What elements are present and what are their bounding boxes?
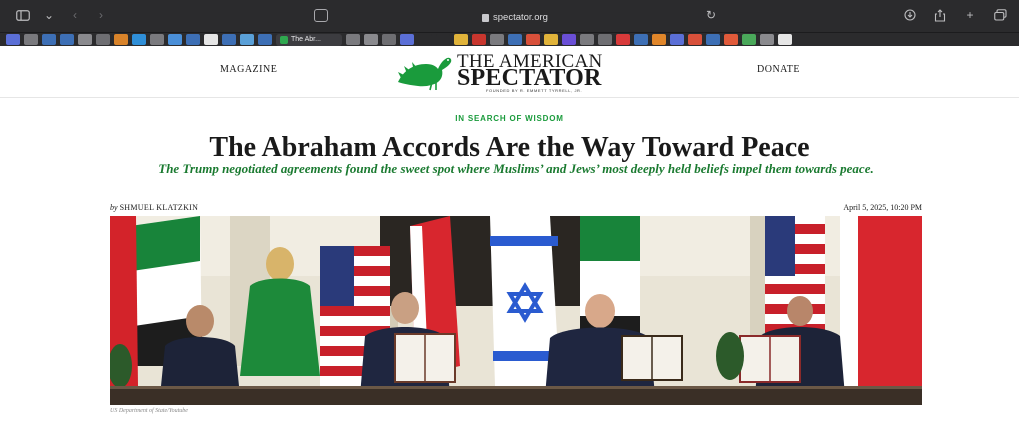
tab-active[interactable]: The Abr... xyxy=(276,33,342,46)
bookmark-icon[interactable] xyxy=(6,34,20,45)
site-logo[interactable]: THE AMERICAN SPECTATOR FOUNDED BY R. EMM… xyxy=(396,50,640,94)
bookmark-icon[interactable] xyxy=(78,34,92,45)
bookmark-icon[interactable] xyxy=(634,34,648,45)
bookmark-icon[interactable] xyxy=(400,34,414,45)
nav-magazine-link[interactable]: MAGAZINE xyxy=(220,64,277,75)
bookmark-icon[interactable] xyxy=(222,34,236,45)
url-text: spectator.org xyxy=(493,11,548,23)
bookmark-icon[interactable] xyxy=(382,34,396,45)
reload-icon[interactable]: ↻ xyxy=(706,8,716,22)
browser-actions: + xyxy=(901,6,1009,24)
article-date: April 5, 2025, 10:20 PM xyxy=(843,203,922,212)
bookmark-icon[interactable] xyxy=(706,34,720,45)
bookmark-icon[interactable] xyxy=(670,34,684,45)
site-header: MAGAZINE THE AMERICAN SPECTATOR FOUNDED … xyxy=(0,46,1019,98)
article-dek: The Trump negotiated agreements found th… xyxy=(158,161,874,176)
bookmark-icon[interactable] xyxy=(652,34,666,45)
bookmark-icon[interactable] xyxy=(24,34,38,45)
bookmark-icon[interactable] xyxy=(580,34,594,45)
bookmark-icon[interactable] xyxy=(60,34,74,45)
bookmark-icon[interactable] xyxy=(186,34,200,45)
bookmark-icon[interactable] xyxy=(616,34,630,45)
bookmark-icon[interactable] xyxy=(490,34,504,45)
byline: by SHMUEL KLATZKIN April 5, 2025, 10:20 … xyxy=(110,203,922,215)
spectator-favicon-icon xyxy=(280,35,288,44)
bookmark-icon[interactable] xyxy=(240,34,254,45)
chevron-down-icon[interactable]: ⌄ xyxy=(40,6,58,24)
bookmark-icon[interactable] xyxy=(508,34,522,45)
bookmark-icon[interactable] xyxy=(778,34,792,45)
logo-tagline: FOUNDED BY R. EMMETT TYRRELL, JR. xyxy=(486,88,583,93)
bookmark-icon[interactable] xyxy=(364,34,378,45)
bookmark-icon[interactable] xyxy=(114,34,128,45)
author-link[interactable]: SHMUEL KLATZKIN xyxy=(120,203,199,212)
bookmark-icon[interactable] xyxy=(132,34,146,45)
nav-donate-link[interactable]: DONATE xyxy=(757,64,800,75)
bookmark-icon[interactable] xyxy=(724,34,738,45)
bookmark-icon[interactable] xyxy=(472,34,486,45)
download-icon[interactable] xyxy=(901,6,919,24)
bookmark-icon[interactable] xyxy=(742,34,756,45)
forward-icon[interactable]: › xyxy=(92,6,110,24)
star-icon[interactable] xyxy=(454,34,468,45)
article-headline: The Abraham Accords Are the Way Toward P… xyxy=(209,132,810,163)
bookmark-icon[interactable] xyxy=(526,34,540,45)
bookmark-icon[interactable] xyxy=(760,34,774,45)
tab-title: The Abr... xyxy=(291,36,321,43)
image-caption: US Department of State/Youtube xyxy=(110,408,188,414)
lock-icon xyxy=(482,14,489,22)
bookmark-icon[interactable] xyxy=(96,34,110,45)
bookmark-icon[interactable] xyxy=(258,34,272,45)
bookmark-icon[interactable] xyxy=(544,34,558,45)
browser-toolbar: ⌄ ‹ › spectator.org ↻ + xyxy=(0,0,1019,32)
bookmark-icon[interactable] xyxy=(168,34,182,45)
sidebar-toggle-icon[interactable] xyxy=(14,6,32,24)
address-bar[interactable]: spectator.org xyxy=(482,10,548,24)
tab-overview-icon[interactable] xyxy=(314,9,328,22)
browser-nav-controls: ⌄ ‹ › xyxy=(14,6,110,24)
signing-ceremony-photo xyxy=(110,216,922,405)
favorites-bar: The Abr... xyxy=(0,32,1019,46)
share-icon[interactable] xyxy=(931,6,949,24)
bookmark-icon[interactable] xyxy=(598,34,612,45)
byline-prefix: by xyxy=(110,203,118,212)
bookmark-spacer xyxy=(436,34,450,45)
bookmark-icon[interactable] xyxy=(562,34,576,45)
bookmark-icon[interactable] xyxy=(150,34,164,45)
tab-overview-grid-icon[interactable] xyxy=(991,6,1009,24)
new-tab-icon[interactable]: + xyxy=(961,6,979,24)
bookmark-icon[interactable] xyxy=(688,34,702,45)
bookmark-icon[interactable] xyxy=(204,34,218,45)
article-kicker[interactable]: IN SEARCH OF WISDOM xyxy=(0,114,1019,123)
back-icon[interactable]: ‹ xyxy=(66,6,84,24)
bookmark-icon[interactable] xyxy=(346,34,360,45)
bookmark-icon[interactable] xyxy=(42,34,56,45)
peacock-logo-icon xyxy=(398,57,452,91)
bookmark-spacer xyxy=(418,34,432,45)
article-hero-image xyxy=(110,216,922,405)
